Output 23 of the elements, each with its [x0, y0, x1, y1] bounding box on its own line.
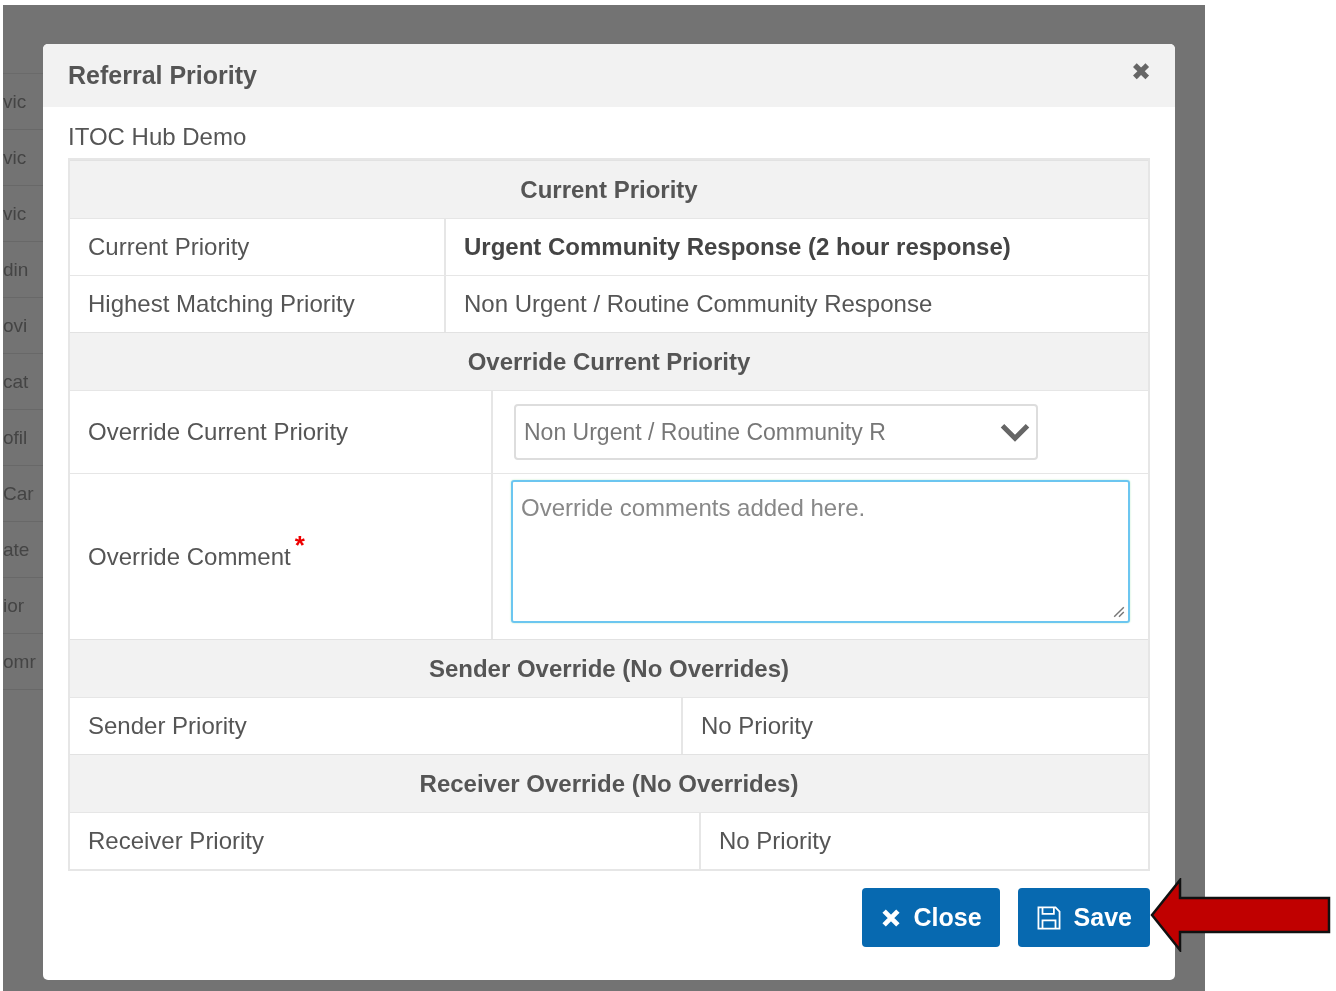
priority-value: No Priority [719, 827, 832, 855]
required-asterisk: * [294, 530, 305, 561]
section-header: Override Current Priority [70, 332, 1148, 390]
save-button[interactable]: Save [1017, 888, 1150, 947]
priority-value: No Priority [701, 712, 814, 740]
section-header: Sender Override (No Overrides) [70, 639, 1148, 697]
close-button[interactable]: Close [861, 888, 1000, 947]
field-label: Current Priority [88, 233, 250, 261]
field-label: Override Current Priority [88, 418, 349, 446]
priority-value: Non Urgent / Routine Community Response [464, 290, 933, 318]
field-label: Highest Matching Priority [88, 290, 355, 318]
priority-select[interactable]: Non Urgent / Routine Community R [514, 404, 1038, 460]
field-label: Sender Priority [88, 712, 247, 740]
section-header: Receiver Override (No Overrides) [70, 754, 1148, 812]
field-label: Override Comment [88, 542, 291, 571]
comment-field[interactable]: Override comments added here. [511, 480, 1130, 623]
field-label: Receiver Priority [88, 827, 265, 855]
resize-grip-icon [1113, 606, 1125, 618]
chevron-down-icon [1000, 422, 1030, 442]
organisation-name: ITOC Hub Demo [68, 123, 248, 151]
priority-value: Urgent Community Response (2 hour response) [464, 233, 1011, 261]
dialog-title: Referral Priority [68, 61, 257, 90]
section-header: Current Priority [70, 160, 1148, 218]
